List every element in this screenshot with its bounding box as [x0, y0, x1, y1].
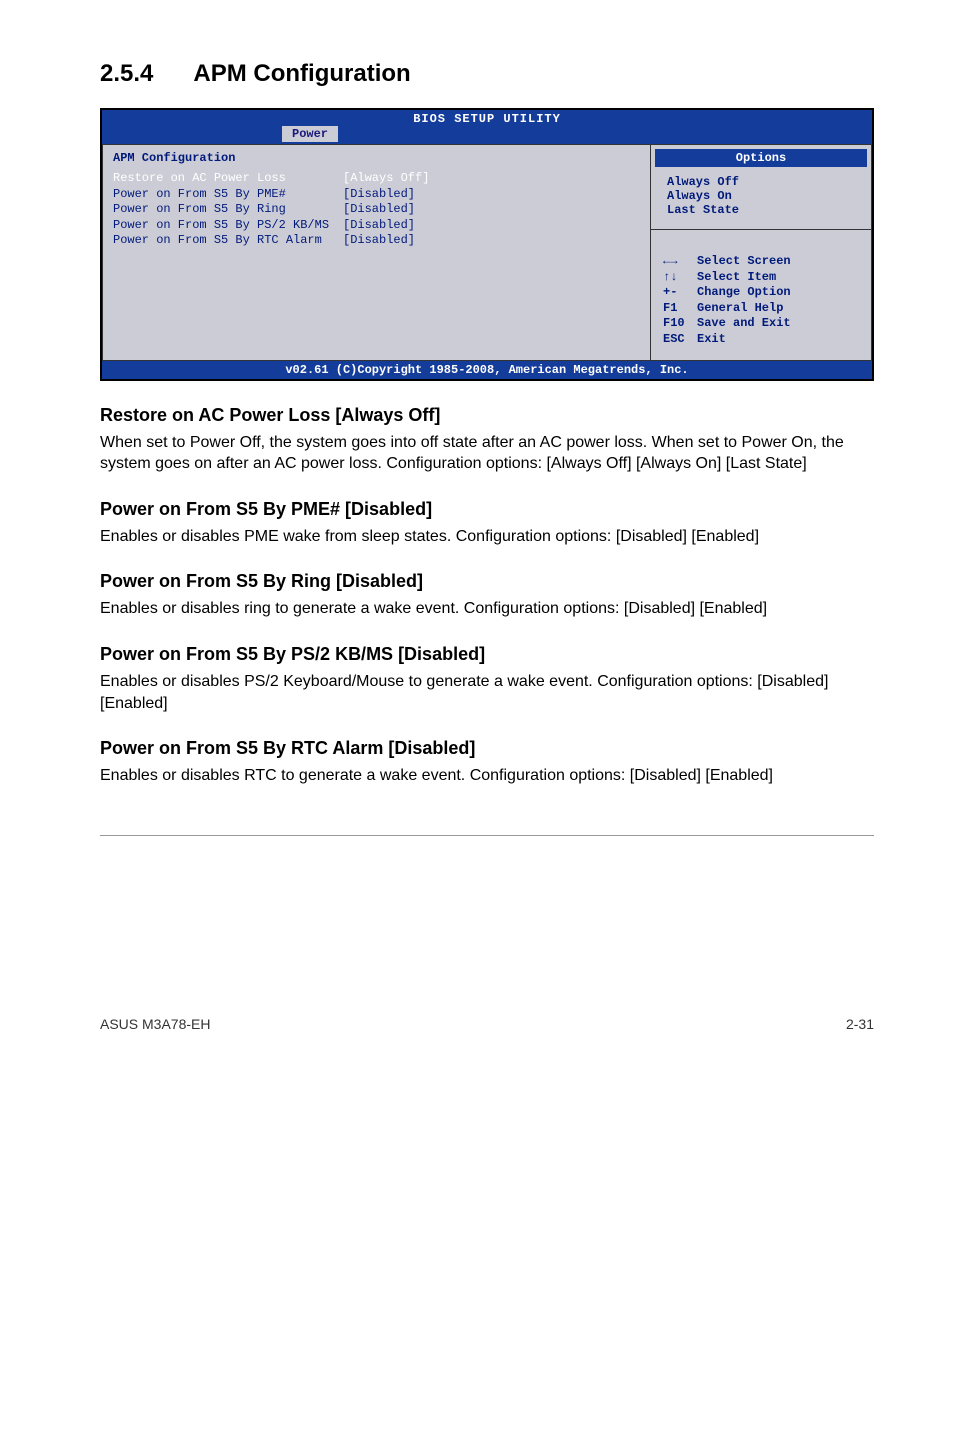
bios-footer: v02.61 (C)Copyright 1985-2008, American …: [102, 361, 872, 379]
paragraph: Enables or disables PS/2 Keyboard/Mouse …: [100, 671, 874, 714]
bios-option[interactable]: Always Off: [667, 175, 855, 189]
footer-right: 2-31: [846, 1016, 874, 1032]
section-heading: APM Configuration: [193, 60, 410, 88]
bios-help-row: F10 Save and Exit: [663, 316, 859, 332]
subheading: Power on From S5 By RTC Alarm [Disabled]: [100, 738, 874, 759]
bios-help-text: Select Item: [697, 270, 776, 286]
bios-right-panel: Options Always Off Always On Last State …: [650, 144, 872, 361]
bios-help-row: ↑↓ Select Item: [663, 270, 859, 286]
arrows-ud-icon: ↑↓: [663, 270, 697, 286]
bios-option[interactable]: Always On: [667, 189, 855, 203]
section-number: 2.5.4: [100, 60, 153, 88]
bios-row[interactable]: Power on From S5 By PME# [Disabled]: [113, 187, 640, 203]
bios-row-value: [Disabled]: [343, 233, 415, 249]
subheading: Power on From S5 By Ring [Disabled]: [100, 571, 874, 592]
bios-row-label: Power on From S5 By Ring: [113, 202, 343, 218]
bios-help-text: Exit: [697, 332, 726, 348]
bios-row-value: [Always Off]: [343, 171, 429, 187]
bios-row-label: Power on From S5 By PS/2 KB/MS: [113, 218, 343, 234]
bios-help-text: Save and Exit: [697, 316, 791, 332]
subheading: Restore on AC Power Loss [Always Off]: [100, 405, 874, 426]
bios-row-label: Restore on AC Power Loss: [113, 171, 343, 187]
bios-help-key: F1: [663, 301, 697, 317]
bios-help-key: ESC: [663, 332, 697, 348]
bios-row-label: Power on From S5 By RTC Alarm: [113, 233, 343, 249]
bios-row-value: [Disabled]: [343, 202, 415, 218]
subheading: Power on From S5 By PS/2 KB/MS [Disabled…: [100, 644, 874, 665]
bios-option[interactable]: Last State: [667, 203, 855, 217]
bios-box: BIOS SETUP UTILITY Power APM Configurati…: [100, 108, 874, 381]
bios-row-value: [Disabled]: [343, 187, 415, 203]
bios-help-text: General Help: [697, 301, 783, 317]
bios-options-list: Always Off Always On Last State: [651, 171, 871, 229]
bios-options-header: Options: [655, 149, 867, 167]
bios-row[interactable]: Restore on AC Power Loss [Always Off]: [113, 171, 640, 187]
bios-help-panel: ←→ Select Screen ↑↓ Select Item +- Chang…: [651, 230, 871, 360]
bios-row[interactable]: Power on From S5 By PS/2 KB/MS [Disabled…: [113, 218, 640, 234]
bios-row[interactable]: Power on From S5 By Ring [Disabled]: [113, 202, 640, 218]
bios-help-row: F1 General Help: [663, 301, 859, 317]
subheading: Power on From S5 By PME# [Disabled]: [100, 499, 874, 520]
bios-help-row: +- Change Option: [663, 285, 859, 301]
bios-row[interactable]: Power on From S5 By RTC Alarm [Disabled]: [113, 233, 640, 249]
paragraph: Enables or disables PME wake from sleep …: [100, 526, 874, 548]
bios-left-panel: APM Configuration Restore on AC Power Lo…: [102, 144, 650, 361]
bios-help-key: F10: [663, 316, 697, 332]
bios-help-text: Select Screen: [697, 254, 791, 270]
bios-body: APM Configuration Restore on AC Power Lo…: [102, 144, 872, 361]
paragraph: When set to Power Off, the system goes i…: [100, 432, 874, 475]
bios-help-key: +-: [663, 285, 697, 301]
bios-options-panel: Options Always Off Always On Last State: [651, 145, 871, 230]
section-title: 2.5.4 APM Configuration: [100, 60, 874, 88]
bios-help-row: ←→ Select Screen: [663, 254, 859, 270]
footer-divider: [100, 835, 874, 836]
bios-row-label: Power on From S5 By PME#: [113, 187, 343, 203]
paragraph: Enables or disables RTC to generate a wa…: [100, 765, 874, 787]
paragraph: Enables or disables ring to generate a w…: [100, 598, 874, 620]
bios-left-title: APM Configuration: [113, 151, 640, 165]
bios-menu-row: Power: [102, 126, 872, 144]
bios-help-text: Change Option: [697, 285, 791, 301]
bios-header: BIOS SETUP UTILITY: [102, 110, 872, 126]
arrows-lr-icon: ←→: [663, 254, 697, 270]
bios-help-row: ESC Exit: [663, 332, 859, 348]
bios-row-value: [Disabled]: [343, 218, 415, 234]
page-footer: ASUS M3A78-EH 2-31: [0, 1016, 954, 1072]
bios-tab-power[interactable]: Power: [282, 126, 338, 142]
footer-left: ASUS M3A78-EH: [100, 1016, 210, 1032]
